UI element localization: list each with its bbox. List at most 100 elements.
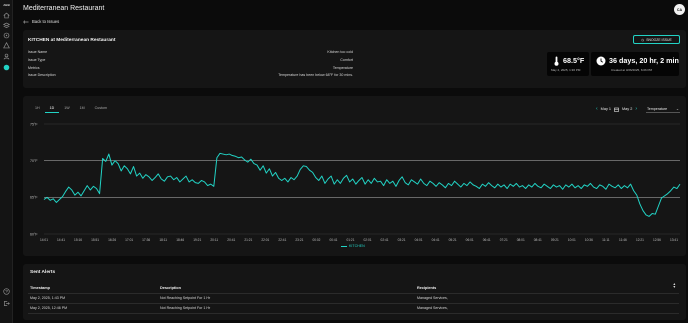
alert-row-2-description: Not Reaching Setpoint For 1 Hr: [160, 306, 211, 310]
calendar-icon[interactable]: [614, 107, 619, 112]
sort-icon[interactable]: ▲ ▼: [673, 282, 676, 289]
x-tick-label: 20:11: [210, 238, 218, 242]
date-range-picker: ‹ May 1 May 2 ›: [596, 106, 637, 112]
x-tick-label: 18:11: [159, 238, 167, 242]
series-line-kitchen: [43, 152, 681, 217]
snooze-label: SNOOZE ISSUE: [646, 37, 672, 42]
date-from[interactable]: May 1: [601, 107, 611, 111]
chart-legend[interactable]: KITCHEN: [341, 244, 365, 248]
date-to[interactable]: May 2: [622, 107, 632, 111]
metric-select-value: Temperature: [647, 106, 668, 111]
tag-icon[interactable]: [3, 32, 10, 39]
x-tick-label: 03:21: [398, 238, 406, 242]
document-icon[interactable]: [3, 64, 10, 71]
x-tick-label: 02:41: [381, 238, 389, 242]
stopwatch-icon: [596, 56, 606, 66]
x-tick-label: 18:46: [176, 238, 184, 242]
chart-card: 1H 1D 1W 1M Custom ‹ May 1 May 2 › Tempe…: [23, 96, 686, 256]
issue-description-label: Issue Description: [28, 73, 56, 77]
x-tick-label: 15:51: [91, 238, 99, 242]
x-tick-label: 08:01: [517, 238, 525, 242]
x-tick-label: 15:16: [74, 238, 82, 242]
tab-1w[interactable]: 1W: [59, 105, 74, 113]
issue-type-value: Comfort: [340, 58, 353, 62]
issue-created-at: Created at 3/26/2025, 6:06 PM: [611, 68, 653, 72]
home-icon[interactable]: [3, 12, 10, 19]
divider: [28, 293, 679, 294]
alert-icon[interactable]: [3, 42, 10, 49]
layers-icon[interactable]: [3, 22, 10, 29]
x-tick-label: 00:41: [329, 238, 337, 242]
legend-label: KITCHEN: [349, 244, 365, 248]
tab-1d[interactable]: 1D: [44, 105, 60, 113]
help-icon[interactable]: [3, 288, 10, 295]
temperature-line-chart: 75°F 70°F 65°F 60°F14:01 14:41 15:16 15:51 16:2…: [30, 122, 681, 242]
chevron-left-icon[interactable]: ‹: [596, 106, 598, 112]
y-tick-label: 70°F: [30, 159, 38, 163]
x-tick-label: 09:21: [551, 238, 559, 242]
sent-alerts-title: Sent Alerts: [30, 270, 56, 275]
col-timestamp[interactable]: Timestamp: [30, 286, 50, 290]
tab-1h[interactable]: 1H: [30, 105, 45, 113]
sidebar: ABB: [0, 0, 13, 323]
current-temperature-time: May 2, 2025, 1:36 PM: [551, 68, 581, 72]
x-tick-label: 23:21: [295, 238, 303, 242]
x-tick-label: 05:21: [449, 238, 457, 242]
metrics-value: Temperature: [332, 66, 353, 70]
issue-card: KITCHEN at Mediterranean Restaurant Issu…: [23, 30, 686, 88]
y-tick-label: 60°F: [30, 232, 38, 236]
x-tick-label: 10:01: [568, 238, 576, 242]
alert-row-1-description: Not Reaching Setpoint For 1 Hr: [160, 296, 211, 300]
tab-1m[interactable]: 1M: [75, 105, 90, 113]
x-tick-label: 19:21: [193, 238, 201, 242]
x-tick-label: 11:11: [602, 238, 610, 242]
x-tick-label: 17:01: [125, 238, 133, 242]
alert-row-2-recipients: Managed Services,: [417, 306, 448, 310]
y-tick-label: 75°F: [30, 122, 38, 126]
back-label: Back to Issues: [32, 19, 60, 24]
alert-row-1-recipients: Managed Services,: [417, 296, 448, 300]
y-tick-label: 65°F: [30, 196, 38, 200]
x-tick-label: 07:21: [500, 238, 508, 242]
x-tick-label: 02:01: [364, 238, 372, 242]
x-tick-label: 12:21: [636, 238, 644, 242]
x-tick-label: 16:26: [108, 238, 116, 242]
snooze-issue-button[interactable]: ◷ SNOOZE ISSUE: [633, 35, 680, 44]
logout-icon[interactable]: [3, 300, 10, 307]
x-tick-label: 08:41: [534, 238, 542, 242]
arrow-left-icon: [23, 19, 29, 24]
x-tick-label: 20:41: [227, 238, 235, 242]
col-description[interactable]: Description: [160, 286, 181, 290]
x-tick-label: 21:21: [244, 238, 252, 242]
x-tick-label: 01:21: [346, 238, 354, 242]
x-tick-label: 10:36: [585, 238, 593, 242]
sent-alerts-card: Sent Alerts Timestamp Description Recipi…: [23, 264, 686, 320]
x-tick-label: 00:02: [312, 238, 320, 242]
issue-type-label: Issue Type: [28, 58, 46, 62]
x-tick-label: 06:41: [483, 238, 491, 242]
alert-row-2-timestamp: May 2, 2025, 12:46 PM: [30, 306, 68, 310]
issue-name-label: Issue Name: [28, 50, 48, 54]
x-tick-label: 06:01: [466, 238, 474, 242]
top-bar: Mediterranean Restaurant CA: [13, 0, 688, 18]
current-temperature-tile: 68.5°F May 2, 2025, 1:36 PM: [547, 52, 589, 76]
x-tick-label: 12:56: [653, 238, 661, 242]
time-range-tabs: 1H 1D 1W 1M Custom: [30, 105, 112, 113]
back-to-issues-link[interactable]: Back to Issues: [23, 19, 59, 24]
app-logo: ABB: [3, 3, 10, 7]
divider: [28, 303, 679, 304]
x-tick-label: 13:41: [670, 238, 678, 242]
col-recipients[interactable]: Recipients: [417, 286, 436, 290]
divider: [28, 313, 679, 314]
user-icon[interactable]: [3, 53, 10, 60]
issue-duration: 36 days, 20 hr, 2 min: [609, 56, 679, 65]
x-tick-label: 22:41: [278, 238, 286, 242]
chevron-right-icon[interactable]: ›: [635, 106, 637, 112]
avatar[interactable]: CA: [674, 4, 685, 15]
alert-row-1-timestamp: May 2, 2025, 1:43 PM: [30, 296, 66, 300]
x-tick-label: 14:41: [57, 238, 65, 242]
issue-description-value: Temperature has been below 68°F for 30 m…: [278, 73, 353, 77]
metric-select[interactable]: Temperature ⌄: [646, 105, 680, 113]
x-tick-label: 22:01: [261, 238, 269, 242]
tab-custom[interactable]: Custom: [90, 105, 112, 113]
